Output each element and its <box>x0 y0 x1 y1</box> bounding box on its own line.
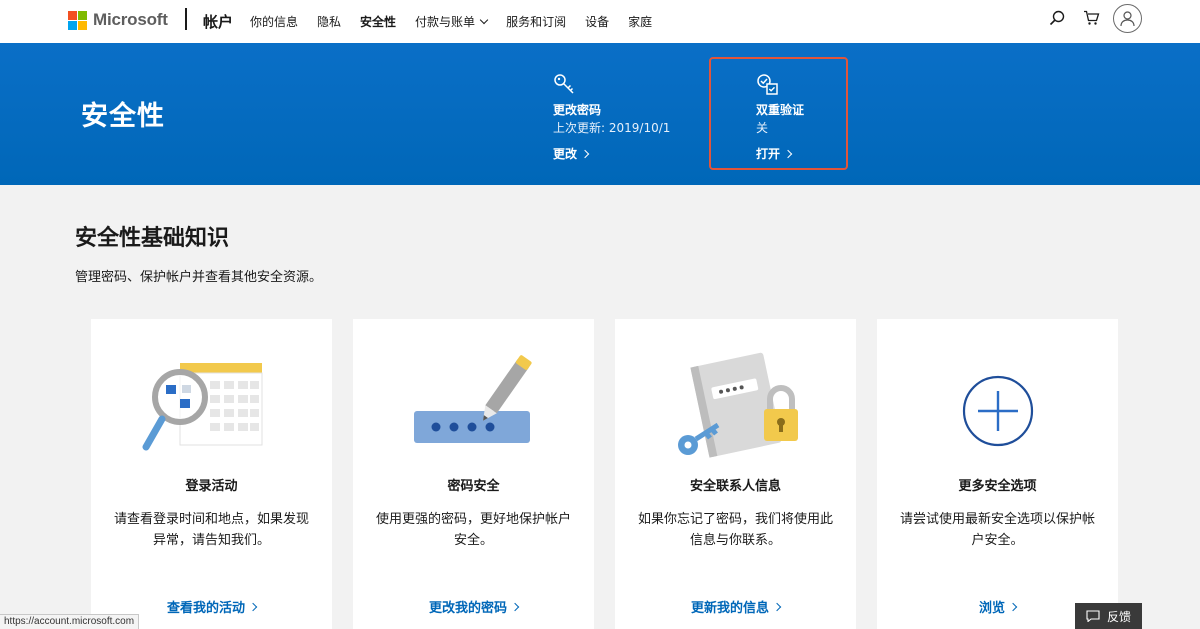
password-last-updated: 上次更新: 2019/10/1 <box>553 121 671 135</box>
card-security-contact-info: 安全联系人信息 如果你忘记了密码，我们将使用此信息与你联系。 更新我的信息 <box>615 319 856 629</box>
nav-icon-group <box>1046 7 1102 29</box>
card-link-label: 浏览 <box>978 601 1005 616</box>
microsoft-wordmark: Microsoft <box>93 10 168 29</box>
change-password-title: 更改密码 <box>553 103 602 117</box>
notebook-lock-icon <box>615 339 856 479</box>
nav-link-security[interactable]: 安全性 <box>360 13 396 30</box>
nav-link-your-info[interactable]: 你的信息 <box>250 13 298 30</box>
avatar-icon <box>1120 11 1135 27</box>
chevron-right-icon <box>772 602 782 611</box>
card-description: 使用更强的密码，更好地保护帐户安全。 <box>375 512 571 548</box>
card-title: 登录活动 <box>185 479 238 494</box>
two-step-status: 关 <box>756 121 769 135</box>
chevron-right-icon <box>510 602 520 611</box>
two-step-check-icon <box>756 73 780 97</box>
password-pen-icon <box>353 339 594 479</box>
turn-on-two-step-link-label: 打开 <box>756 147 781 161</box>
nav-link-privacy[interactable]: 隐私 <box>317 13 341 30</box>
nav-divider <box>185 8 187 30</box>
security-banner: 安全性 更改密码 上次更新: 2019/10/1 更改 双重验证 关 打开 <box>0 43 1200 185</box>
update-my-info-link[interactable]: 更新我的信息 <box>615 597 856 616</box>
change-password-link-label: 更改 <box>553 147 578 161</box>
card-password-security: 密码安全 使用更强的密码，更好地保护帐户安全。 更改我的密码 <box>353 319 594 629</box>
section-heading: 安全性基础知识 <box>75 226 230 251</box>
chevron-right-icon <box>248 602 258 611</box>
card-link-label: 查看我的活动 <box>166 601 245 616</box>
cart-icon[interactable] <box>1080 7 1102 29</box>
nav-links: 你的信息 隐私 安全性 付款与账单 服务和订阅 设备 家庭 <box>250 13 671 30</box>
card-description: 请查看登录时间和地点，如果发现异常，请告知我们。 <box>113 512 309 548</box>
card-link-label: 更改我的密码 <box>428 601 507 616</box>
nav-link-family[interactable]: 家庭 <box>628 13 652 30</box>
key-icon <box>553 73 577 97</box>
avatar[interactable] <box>1113 4 1142 33</box>
plus-circle-icon <box>877 339 1118 479</box>
account-title[interactable]: 帐户 <box>203 11 233 32</box>
calendar-magnifier-icon <box>91 339 332 479</box>
nav-link-payment-billing-label: 付款与账单 <box>415 15 476 29</box>
card-description: 如果你忘记了密码，我们将使用此信息与你联系。 <box>637 512 833 548</box>
chevron-right-icon <box>580 149 590 158</box>
microsoft-logo[interactable]: Microsoft <box>68 10 168 30</box>
status-bar-url: https://account.microsoft.com <box>0 614 140 629</box>
card-title: 安全联系人信息 <box>689 479 781 494</box>
two-step-title: 双重验证 <box>756 103 805 117</box>
card-description: 请尝试使用最新安全选项以保护帐户安全。 <box>899 512 1095 548</box>
chevron-down-icon <box>479 15 489 25</box>
feedback-button[interactable]: 反馈 <box>1075 603 1142 629</box>
nav-link-devices[interactable]: 设备 <box>585 13 609 30</box>
change-password-block: 更改密码 上次更新: 2019/10/1 更改 <box>553 73 670 162</box>
card-title: 密码安全 <box>447 479 500 494</box>
chevron-right-icon <box>783 149 793 158</box>
two-step-verification-block: 双重验证 关 打开 <box>756 73 804 162</box>
card-more-security-options: 更多安全选项 请尝试使用最新安全选项以保护帐户安全。 浏览 <box>877 319 1118 629</box>
nav-link-payment-billing[interactable]: 付款与账单 <box>415 13 489 30</box>
microsoft-logo-icon <box>68 10 87 30</box>
card-link-label: 更新我的信息 <box>690 601 769 616</box>
change-password-link[interactable]: 更改 <box>553 145 670 162</box>
security-cards: 登录活动 请查看登录时间和地点，如果发现异常，请告知我们。 查看我的活动 密码安… <box>91 319 1118 629</box>
change-my-password-link[interactable]: 更改我的密码 <box>353 597 594 616</box>
nav-link-services-subscriptions[interactable]: 服务和订阅 <box>506 13 566 30</box>
search-icon[interactable] <box>1046 7 1068 29</box>
comment-icon <box>1086 610 1100 622</box>
card-sign-in-activity: 登录活动 请查看登录时间和地点，如果发现异常，请告知我们。 查看我的活动 <box>91 319 332 629</box>
top-navigation: Microsoft 帐户 你的信息 隐私 安全性 付款与账单 服务和订阅 设备 … <box>0 0 1200 43</box>
page-title: 安全性 <box>81 101 165 132</box>
chevron-right-icon <box>1008 602 1018 611</box>
card-title: 更多安全选项 <box>958 479 1037 494</box>
feedback-label: 反馈 <box>1106 609 1131 624</box>
section-description: 管理密码、保护帐户并查看其他安全资源。 <box>75 270 323 285</box>
turn-on-two-step-link[interactable]: 打开 <box>756 145 804 162</box>
